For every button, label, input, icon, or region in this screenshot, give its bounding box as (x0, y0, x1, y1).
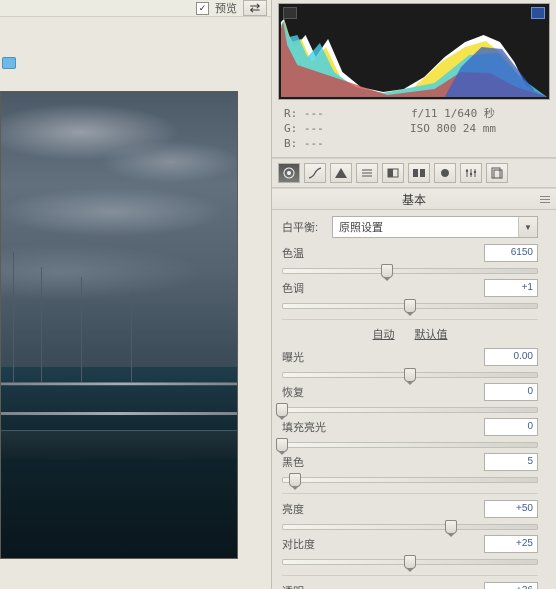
slider-tint: 色调 +1 (282, 279, 538, 311)
panel-tabs (272, 158, 556, 188)
slider-label-bright: 亮度 (282, 501, 304, 517)
slider-track-contrast[interactable] (282, 555, 538, 567)
menu-icon[interactable] (540, 194, 550, 203)
tab-splittone[interactable] (356, 163, 378, 183)
slider-label-fill: 填充亮光 (282, 419, 326, 435)
slider-value-recovery[interactable]: 0 (484, 383, 538, 401)
slider-contrast: 对比度 +25 (282, 535, 538, 567)
tab-effects[interactable] (434, 163, 456, 183)
slider-label-temp: 色温 (282, 245, 304, 261)
slider-label-clarity: 透明 (282, 583, 304, 589)
separator-3 (282, 575, 538, 576)
section-header-basic[interactable]: 基本 (272, 188, 556, 210)
snapshot-chip[interactable] (2, 57, 16, 69)
slider-label-black: 黑色 (282, 454, 304, 470)
basic-panel-body: 白平衡: 原照设置 ▼ 色温 6150 色调 +1 自动 默认值 曝光 0.00 恢复… (272, 210, 556, 589)
section-title: 基本 (402, 191, 426, 208)
slider-track-recovery[interactable] (282, 403, 538, 415)
slider-value-exposure[interactable]: 0.00 (484, 348, 538, 366)
slider-track-black[interactable] (282, 473, 538, 485)
slider-black: 黑色 5 (282, 453, 538, 485)
slider-value-tint[interactable]: +1 (484, 279, 538, 297)
develop-panel: R: --- G: --- B: --- f/11 1/640 秒 ISO 80… (272, 0, 556, 589)
slider-exposure: 曝光 0.00 (282, 348, 538, 380)
readout-b: B: --- (284, 136, 358, 151)
wb-label: 白平衡: (282, 219, 332, 235)
image-preview[interactable] (1, 92, 237, 558)
slider-thumb-contrast[interactable] (404, 555, 416, 569)
white-balance-row: 白平衡: 原照设置 ▼ (282, 216, 538, 238)
link-auto[interactable]: 自动 (373, 326, 395, 342)
slider-track-temp[interactable] (282, 264, 538, 276)
auto-default-links: 自动 默认值 (282, 326, 538, 342)
slider-value-black[interactable]: 5 (484, 453, 538, 471)
preview-pane: ✓ 预览 ⇄ (0, 0, 272, 589)
slider-value-temp[interactable]: 6150 (484, 244, 538, 262)
link-default[interactable]: 默认值 (415, 326, 448, 342)
slider-track-fill[interactable] (282, 438, 538, 450)
wb-selected: 原照设置 (339, 219, 383, 235)
tab-calibration[interactable] (460, 163, 482, 183)
preview-label: 预览 (215, 0, 237, 16)
slider-label-contrast: 对比度 (282, 536, 315, 552)
slider-label-tint: 色调 (282, 280, 304, 296)
slider-thumb-black[interactable] (289, 473, 301, 487)
slider-thumb-temp[interactable] (381, 264, 393, 278)
chevron-down-icon: ▼ (518, 217, 537, 237)
slider-label-recovery: 恢复 (282, 384, 304, 400)
slider-thumb-bright[interactable] (445, 520, 457, 534)
slider-thumb-fill[interactable] (276, 438, 288, 452)
slider-fill: 填充亮光 0 (282, 418, 538, 450)
tab-lens[interactable] (408, 163, 430, 183)
separator-1 (282, 319, 538, 320)
tab-presets[interactable] (486, 163, 508, 183)
tab-hsl[interactable] (330, 163, 352, 183)
tab-detail[interactable] (382, 163, 404, 183)
swap-button[interactable]: ⇄ (243, 0, 267, 16)
slider-label-exposure: 曝光 (282, 349, 304, 365)
slider-value-fill[interactable]: 0 (484, 418, 538, 436)
readout-r: R: --- (284, 106, 358, 121)
slider-thumb-tint[interactable] (404, 299, 416, 313)
separator-2 (282, 493, 538, 494)
slider-thumb-recovery[interactable] (276, 403, 288, 417)
exif-readout: R: --- G: --- B: --- f/11 1/640 秒 ISO 80… (272, 100, 556, 158)
top-strip: ✓ 预览 ⇄ (0, 0, 271, 17)
slider-thumb-exposure[interactable] (404, 368, 416, 382)
tab-basic[interactable] (278, 163, 300, 183)
slider-value-contrast[interactable]: +25 (484, 535, 538, 553)
chip-row (0, 57, 271, 79)
preview-checkbox[interactable]: ✓ (196, 2, 209, 15)
slider-recovery: 恢复 0 (282, 383, 538, 415)
slider-track-tint[interactable] (282, 299, 538, 311)
histogram[interactable] (278, 3, 550, 100)
readout-iso: ISO 800 24 mm (358, 121, 548, 136)
slider-value-clarity[interactable]: +26 (484, 582, 538, 589)
slider-track-exposure[interactable] (282, 368, 538, 380)
slider-bright: 亮度 +50 (282, 500, 538, 532)
slider-temp: 色温 6150 (282, 244, 538, 276)
slider-track-bright[interactable] (282, 520, 538, 532)
readout-g: G: --- (284, 121, 358, 136)
image-preview-frame (0, 91, 238, 559)
wb-select[interactable]: 原照设置 ▼ (332, 216, 538, 238)
slider-value-bright[interactable]: +50 (484, 500, 538, 518)
slider-clarity: 透明 +26 (282, 582, 538, 589)
app-root: ✓ 预览 ⇄ (0, 0, 556, 589)
tab-tonecurve[interactable] (304, 163, 326, 183)
readout-exposure: f/11 1/640 秒 (358, 106, 548, 121)
